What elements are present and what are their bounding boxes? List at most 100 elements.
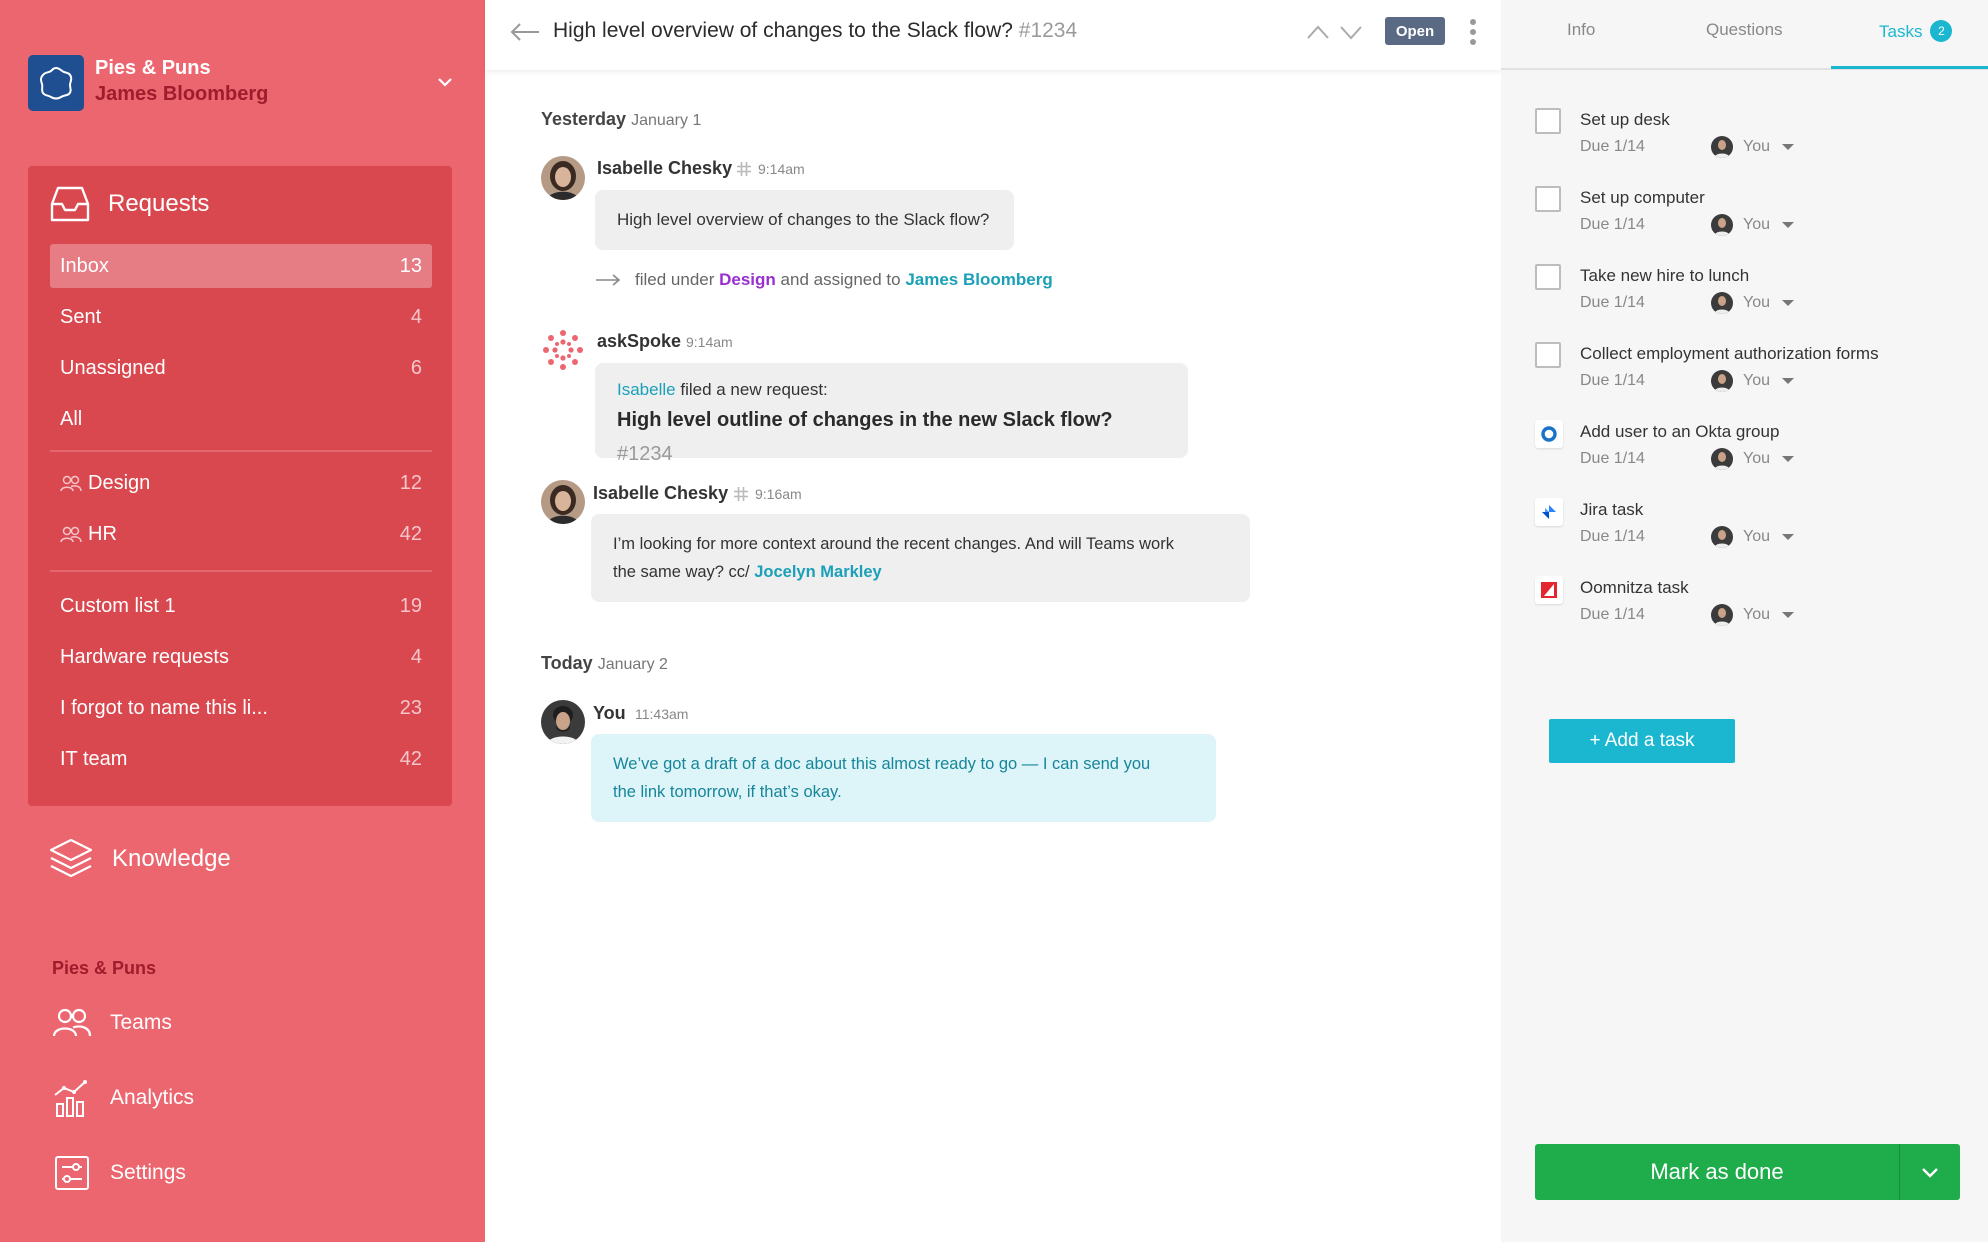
analytics-icon <box>54 1080 87 1117</box>
task-item: Add user to an Okta group Due 1/14 You <box>1535 418 1975 480</box>
page-title: High level overview of changes to the Sl… <box>553 19 1077 43</box>
request-title: High level overview of changes to the Sl… <box>553 19 1013 42</box>
task-assignee-dropdown[interactable]: You <box>1711 292 1794 314</box>
knowledge-label: Knowledge <box>112 845 231 872</box>
sidebar-item-count: 23 <box>399 696 422 719</box>
mark-done-dropdown[interactable] <box>1900 1144 1960 1200</box>
okta-icon[interactable] <box>1535 420 1563 448</box>
message-bubble: Isabelle filed a new request: High level… <box>595 363 1188 465</box>
divider <box>50 570 432 572</box>
task-due: Due 1/14 <box>1580 528 1645 545</box>
mark-done-button-group: Mark as done <box>1535 1144 1960 1200</box>
sidebar-item-unnamed-list[interactable]: I forgot to name this li... 23 <box>50 686 432 730</box>
sidebar-item-design[interactable]: Design 12 <box>50 461 432 505</box>
sidebar-item-teams[interactable]: Teams <box>52 1003 172 1043</box>
avatar[interactable] <box>541 480 585 524</box>
filed-activity: filed under Design and assigned to James… <box>595 270 1053 290</box>
task-name: Jira task <box>1580 500 1644 519</box>
oomnitza-icon[interactable] <box>1535 576 1563 604</box>
caret-down-icon <box>1782 378 1794 384</box>
requests-title: Requests <box>108 190 210 217</box>
task-assignee-dropdown[interactable]: You <box>1711 526 1794 548</box>
message-time: 9:14am <box>686 334 733 350</box>
chevron-down-icon <box>1922 1168 1938 1178</box>
day-label: Yesterday <box>541 109 627 129</box>
sidebar-item-inbox[interactable]: Inbox 13 <box>50 244 432 288</box>
nav-label: Settings <box>110 1161 186 1184</box>
sidebar-item-analytics[interactable]: Analytics <box>52 1078 194 1118</box>
sidebar-item-knowledge[interactable]: Knowledge <box>48 836 231 882</box>
task-checkbox[interactable] <box>1535 186 1561 212</box>
requests-header[interactable]: Requests <box>48 182 209 226</box>
avatar[interactable] <box>541 156 585 200</box>
tab-questions[interactable]: Questions <box>1706 20 1783 40</box>
sidebar-item-label: I forgot to name this li... <box>60 696 268 719</box>
tab-tasks[interactable]: Tasks 2 <box>1879 20 1953 42</box>
task-due: Due 1/14 <box>1580 138 1645 155</box>
askspoke-logo <box>541 328 585 372</box>
sidebar-item-it-team[interactable]: IT team 42 <box>50 737 432 781</box>
caret-down-icon <box>1782 222 1794 228</box>
more-options-icon[interactable] <box>1469 18 1477 46</box>
category-link[interactable]: Design <box>719 270 776 290</box>
task-assignee-dropdown[interactable]: You <box>1711 604 1794 626</box>
status-badge[interactable]: Open <box>1385 17 1445 45</box>
workspace-user: James Bloomberg <box>95 83 269 105</box>
jira-icon[interactable] <box>1535 498 1563 526</box>
tasks-count-badge: 2 <box>1930 20 1953 42</box>
request-number: #1234 <box>1018 19 1078 42</box>
sidebar-item-count: 42 <box>399 522 422 545</box>
message-author: Isabelle Chesky <box>593 483 729 503</box>
prev-next-arrows[interactable] <box>1305 20 1367 44</box>
teams-icon <box>52 1008 92 1037</box>
sidebar-item-count: 4 <box>410 645 422 668</box>
task-due: Due 1/14 <box>1580 294 1645 311</box>
task-item: Jira task Due 1/14 You <box>1535 496 1975 558</box>
sidebar-item-settings[interactable]: Settings <box>52 1153 186 1193</box>
sidebar-item-unassigned[interactable]: Unassigned 6 <box>50 346 432 390</box>
sidebar-item-sent[interactable]: Sent 4 <box>50 295 432 339</box>
sidebar-item-hardware-requests[interactable]: Hardware requests 4 <box>50 635 432 679</box>
mark-done-button[interactable]: Mark as done <box>1535 1144 1899 1200</box>
caret-down-icon <box>1782 456 1794 462</box>
task-assignee-dropdown[interactable]: You <box>1711 370 1794 392</box>
add-task-button[interactable]: + Add a task <box>1549 719 1735 763</box>
assignee-link[interactable]: James Bloomberg <box>905 270 1052 290</box>
task-item: Collect employment authorization forms D… <box>1535 340 1975 402</box>
task-assignee-dropdown[interactable]: You <box>1711 136 1794 158</box>
panel-tabs: Info Questions Tasks 2 <box>1501 0 1988 70</box>
task-assignee-dropdown[interactable]: You <box>1711 448 1794 470</box>
back-arrow-icon[interactable] <box>509 20 541 44</box>
tab-info[interactable]: Info <box>1567 20 1595 40</box>
arrow-right-icon <box>596 274 621 286</box>
caret-down-icon <box>1782 534 1794 540</box>
task-assignee-dropdown[interactable]: You <box>1711 214 1794 236</box>
task-checkbox[interactable] <box>1535 342 1561 368</box>
message-bubble: High level overview of changes to the Sl… <box>595 190 1014 250</box>
workspace-switcher[interactable]: Pies & Puns James Bloomberg <box>28 55 458 113</box>
day-separator: Yesterday January 1 <box>541 109 701 130</box>
sidebar-item-count: 42 <box>399 747 422 770</box>
avatar <box>1711 214 1733 236</box>
chevron-down-icon[interactable] <box>434 71 456 93</box>
mention-link[interactable]: Isabelle <box>617 380 676 399</box>
sidebar-item-custom-list-1[interactable]: Custom list 1 19 <box>50 584 432 628</box>
task-checkbox[interactable] <box>1535 264 1561 290</box>
sidebar-item-hr[interactable]: HR 42 <box>50 512 432 556</box>
sidebar-item-label: IT team <box>60 747 128 770</box>
task-checkbox[interactable] <box>1535 108 1561 134</box>
avatar[interactable] <box>541 700 585 744</box>
task-name: Take new hire to lunch <box>1580 266 1750 285</box>
task-due: Due 1/14 <box>1580 450 1645 467</box>
day-date: January 2 <box>597 656 668 673</box>
request-title[interactable]: High level outline of changes in the new… <box>617 409 1113 431</box>
workspace-name: Pies & Puns <box>95 57 211 79</box>
task-due: Due 1/14 <box>1580 606 1645 623</box>
task-name: Collect employment authorization forms <box>1580 344 1879 363</box>
caret-down-icon <box>1782 300 1794 306</box>
task-item: Set up computer Due 1/14 You <box>1535 184 1975 246</box>
mention-link[interactable]: Jocelyn Markley <box>754 563 882 581</box>
chevron-down-icon <box>1340 26 1362 40</box>
sidebar-item-all[interactable]: All <box>50 397 432 441</box>
sidebar-item-label: Unassigned <box>60 356 166 379</box>
